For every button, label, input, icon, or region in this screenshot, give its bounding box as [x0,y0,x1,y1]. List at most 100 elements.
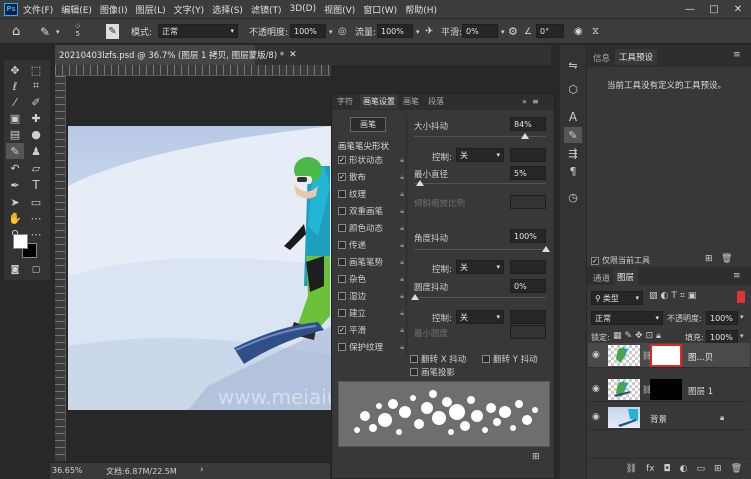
home-icon[interactable]: ⌂ [12,24,20,39]
new-layer-icon[interactable]: ⊞ [714,464,722,474]
slider-knob[interactable] [521,133,529,139]
more-tools-icon[interactable]: ⋯ [27,210,45,226]
lock-icon[interactable]: 🔒︎ [400,156,404,165]
eye-icon[interactable]: ◉ [592,384,600,394]
hand-tool-icon[interactable]: ✋ [6,210,24,226]
path-selection-tool-icon[interactable]: ➤ [6,194,24,210]
menu-window[interactable]: 窗口(W) [363,3,397,16]
checkbox[interactable]: ✓ [338,156,346,164]
brush-tool-icon[interactable]: ✎ [6,143,24,159]
brush-option-color-dynamics[interactable]: 颜色动态 🔒︎ [338,221,404,235]
menu-file[interactable]: 文件(F) [23,3,53,16]
menu-image[interactable]: 图像(I) [100,3,128,16]
mode-select[interactable]: 正常 ▾ [158,24,238,38]
history-icon[interactable]: ⇋ [564,57,582,73]
chevron-down-icon[interactable]: ▾ [56,24,60,39]
document-canvas-image[interactable]: www.meiaiu.com [68,126,332,410]
brush-option-transfer[interactable]: 传递 🔒︎ [338,238,404,252]
lasso-tool-icon[interactable]: ℓ [6,78,24,94]
panel-menu-icon[interactable]: ≡ [532,94,539,109]
tab-layers[interactable]: 图层 [613,268,639,286]
close-window-button[interactable]: ✕ [726,0,750,18]
smoothing-field[interactable]: 0% [462,24,498,38]
layer-mask-thumbnail[interactable] [650,379,682,400]
checkbox[interactable] [338,275,346,283]
checkbox[interactable] [338,224,346,232]
layers-menu-icon[interactable]: ≡ [733,271,741,281]
flip-y-jitter-option[interactable]: 翻转 Y 抖动 [482,353,538,365]
brush-preset-picker[interactable]: ⁘ 5 [74,23,82,39]
min-diameter-field[interactable]: 5% [510,166,546,180]
adjustments-icon[interactable]: ⇶ [564,145,582,161]
angle-jitter-field[interactable]: 100% [510,229,546,243]
add-mask-icon[interactable]: ◘ [664,464,671,474]
layer-filter-icons[interactable]: ▨◐T⌗▣ [649,291,699,301]
layer-filter-select[interactable]: ⚲ 类型 ▾ [591,291,643,305]
size-jitter-slider[interactable] [414,133,546,139]
layer-opacity-dropdown-icon[interactable]: ▾ [740,313,744,321]
delete-layer-icon[interactable]: 🗑︎ [731,464,742,474]
paragraph-icon[interactable]: ¶ [564,163,582,179]
move-tool-icon[interactable]: ✥ [6,62,24,78]
layer-row[interactable]: ◉ ⛓ 图层 1 [588,377,750,402]
checkbox[interactable] [338,190,346,198]
layer-name[interactable]: 图...贝 [688,351,713,363]
eraser-tool-icon[interactable]: ▱ [27,160,45,176]
fill-field[interactable]: 100% [706,330,738,344]
checkbox[interactable] [338,207,346,215]
close-tab-icon[interactable]: ✕ [289,50,297,60]
brush-option-texture[interactable]: 纹理 🔒︎ [338,187,404,201]
menu-filter[interactable]: 滤镜(T) [251,3,282,16]
tab-paragraph[interactable]: 段落 [428,94,444,109]
eye-icon[interactable]: ◉ [592,412,600,422]
current-tool-only-option[interactable]: ✓ 仅限当前工具 [591,255,650,266]
roundness-control-value-field[interactable] [510,310,546,324]
brush-option-noise[interactable]: 杂色 🔒︎ [338,272,404,286]
collapse-icon[interactable]: » [522,94,527,109]
brush-presets-button[interactable]: 画笔 [350,117,386,132]
roundness-jitter-field[interactable]: 0% [510,279,546,293]
roundness-jitter-slider[interactable] [411,294,546,300]
airbrush-icon[interactable]: ✈ [425,24,433,39]
menu-layer[interactable]: 图层(L) [136,3,166,16]
pen-tool-icon[interactable]: ✒ [6,177,24,193]
slider-knob[interactable] [411,294,419,300]
spot-healing-tool-icon[interactable]: ✚ [27,110,45,126]
flow-field[interactable]: 100% [377,24,413,38]
gradient-tool-icon[interactable]: ▤ [6,126,24,142]
tab-brush[interactable]: 画笔 [403,94,419,109]
tab-info[interactable]: 信息 [593,52,610,64]
lock-icon[interactable]: 🔒︎ [400,190,404,199]
layer-row[interactable]: ◉ 背景 🔒︎ [588,405,750,430]
checkbox[interactable]: ✓ [338,326,346,334]
layer-row[interactable]: ◉ ⛓ 图...贝 [588,343,750,368]
flow-dropdown-icon[interactable]: ▾ [416,24,420,39]
lock-icon[interactable]: 🔒︎ [400,224,404,233]
marquee-tool-icon[interactable]: ⬚ [27,62,45,78]
new-group-icon[interactable]: ▭ [697,464,706,474]
size-jitter-field[interactable]: 84% [510,117,546,131]
menu-3d[interactable]: 3D(D) [289,4,316,14]
opacity-field[interactable]: 100% [290,24,326,38]
brush-option-build-up[interactable]: 建立 🔒︎ [338,306,404,320]
checkbox[interactable]: ✓ [591,256,599,265]
min-diameter-slider[interactable] [414,180,546,186]
fill-dropdown-icon[interactable]: ▾ [740,332,744,340]
lock-icon[interactable]: 🔒︎ [400,258,404,267]
angle-field[interactable]: 0° [536,24,564,38]
rectangle-tool-icon[interactable]: ▭ [27,194,45,210]
extra-tool-icon[interactable]: ⋯ [27,226,45,242]
minimize-button[interactable]: — [678,0,702,18]
new-preset-icon[interactable]: ⊞ [705,254,713,264]
clone-stamp-tool-icon[interactable]: ♟ [27,143,45,159]
symmetry-icon[interactable]: ⧖ [592,24,599,39]
menu-type[interactable]: 文字(Y) [174,3,205,16]
tab-character[interactable]: 字符 [337,94,353,109]
lock-icon[interactable]: 🔒︎ [400,309,404,318]
delete-preset-icon[interactable]: 🗑︎ [721,254,732,264]
checkbox[interactable] [338,292,346,300]
lock-icon[interactable]: 🔒︎ [400,326,404,335]
slider-knob[interactable] [416,180,424,186]
menu-select[interactable]: 选择(S) [212,3,243,16]
checkbox[interactable]: ✓ [338,173,346,181]
